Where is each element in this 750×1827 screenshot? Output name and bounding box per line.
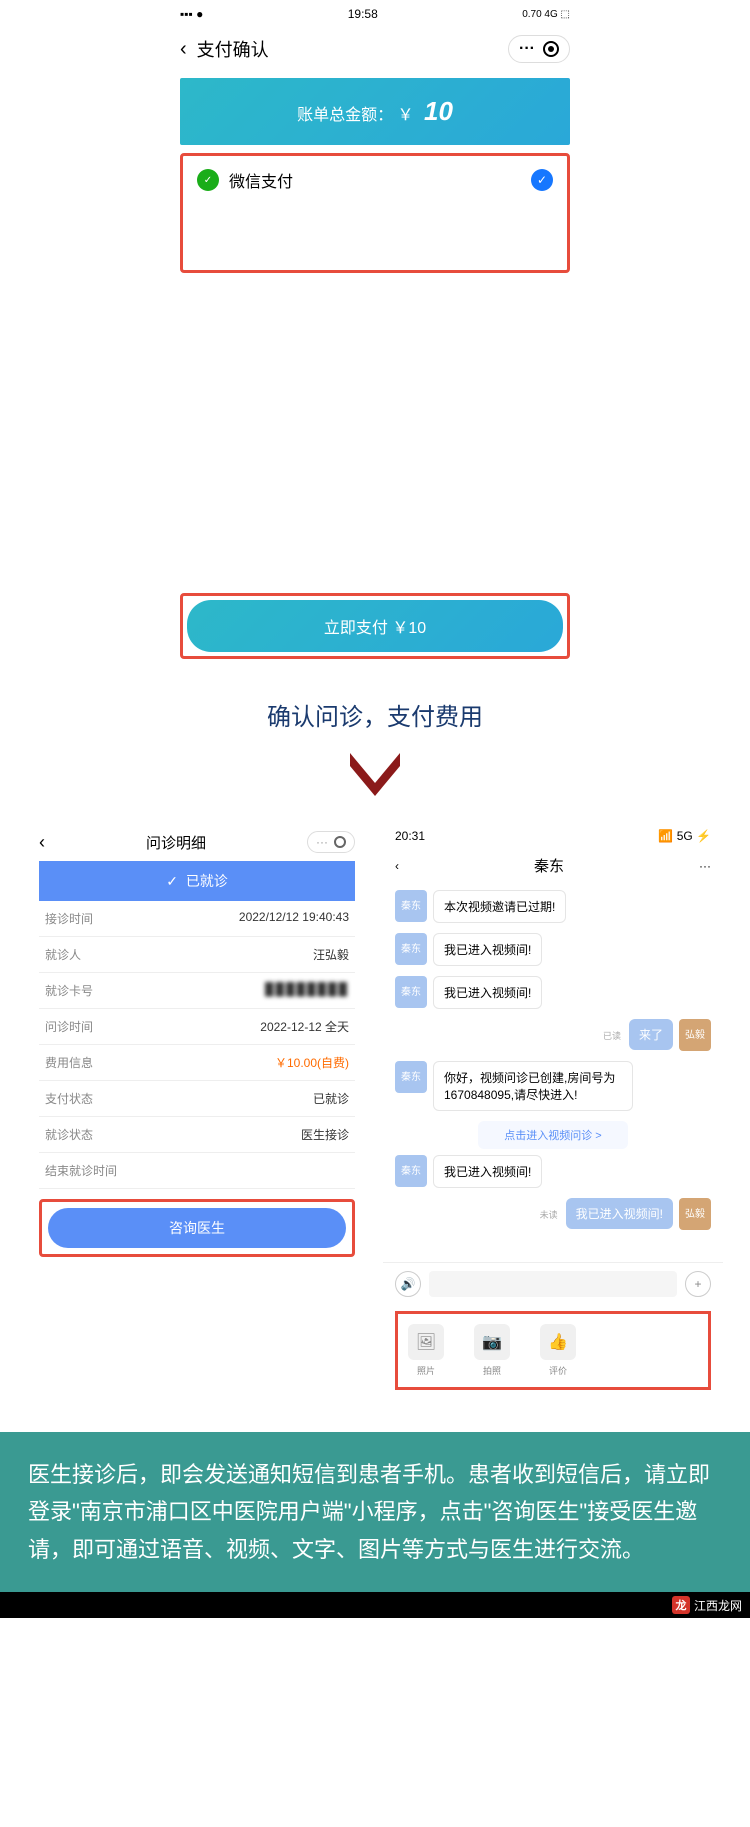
arrow-down-icon (0, 748, 750, 803)
拍照-icon: 📷 (474, 1324, 510, 1360)
message-row: 未读我已进入视频间!弘毅 (395, 1198, 711, 1230)
read-status: 未读 (540, 1208, 558, 1221)
wechat-icon: ✓ (197, 169, 219, 191)
back-icon[interactable]: ‹ (180, 38, 187, 61)
chat-status-bar: 20:31 📶 5G ⚡ (383, 823, 723, 849)
chat-nav: ‹ 秦东 ··· (383, 849, 723, 882)
message-row: 秦东我已进入视频间! (395, 976, 711, 1009)
row-pay-status: 支付状态 已就诊 (39, 1081, 355, 1117)
avatar[interactable]: 弘毅 (679, 1198, 711, 1230)
row-consult-time: 问诊时间 2022-12-12 全天 (39, 1009, 355, 1045)
back-icon[interactable]: ‹ (39, 832, 45, 853)
评价-icon: 👍 (540, 1324, 576, 1360)
message-bubble: 我已进入视频间! (566, 1198, 673, 1229)
message-bubble: 你好，视频问诊已创建,房间号为1670848095,请尽快进入! (433, 1061, 633, 1111)
avatar[interactable]: 秦东 (395, 933, 427, 965)
miniapp-actions[interactable]: ··· (699, 859, 711, 873)
tool-label: 评价 (549, 1364, 567, 1377)
detail-nav: ‹ 问诊明细 ··· (27, 823, 367, 861)
check-icon: ✓ (166, 873, 178, 889)
step-caption: 确认问诊，支付费用 (0, 673, 750, 748)
tool-label: 拍照 (483, 1364, 501, 1377)
chat-tool-拍照[interactable]: 📷 拍照 (474, 1324, 510, 1377)
avatar[interactable]: 秦东 (395, 976, 427, 1008)
consult-button-highlight: 咨询医生 (39, 1199, 355, 1257)
chat-tool-评价[interactable]: 👍 评价 (540, 1324, 576, 1377)
row-patient: 就诊人 汪弘毅 (39, 937, 355, 973)
chat-text-input[interactable] (429, 1271, 677, 1297)
chat-tools-highlight: 🖼 照片 📷 拍照 👍 评价 (395, 1311, 711, 1390)
message-bubble: 本次视频邀请已过期! (433, 890, 566, 923)
amount-value: 10 (424, 96, 453, 126)
amount-banner: 账单总金额： ￥ 10 (180, 78, 570, 145)
avatar[interactable]: 弘毅 (679, 1019, 711, 1051)
avatar[interactable]: 秦东 (395, 1061, 427, 1093)
payment-confirm-screen: ▪▪▪ ● 19:58 0.70 4G ⬚ ‹ 支付确认 ··· 账单总金额： … (166, 0, 584, 659)
pay-now-button[interactable]: 立即支付 ￥10 (187, 600, 563, 652)
tool-label: 照片 (417, 1364, 435, 1377)
visit-status-text: 已就诊 (186, 873, 228, 889)
row-fee: 费用信息 ￥10.00(自费) (39, 1045, 355, 1081)
plus-icon[interactable]: + (685, 1271, 711, 1297)
payment-options: ✓ 微信支付 ✓ (180, 153, 570, 273)
row-accept-time: 接诊时间 2022/12/12 19:40:43 (39, 901, 355, 937)
chat-body[interactable]: 秦东本次视频邀请已过期!秦东我已进入视频间!秦东我已进入视频间!已读来了弘毅秦东… (383, 882, 723, 1262)
chat-tool-照片[interactable]: 🖼 照片 (408, 1324, 444, 1377)
row-end-time: 结束就诊时间 (39, 1153, 355, 1189)
row-visit-status: 就诊状态 医生接诊 (39, 1117, 355, 1153)
chat-input-bar: 🔊 + (383, 1262, 723, 1305)
chat-screen: 20:31 📶 5G ⚡ ‹ 秦东 ··· 秦东本次视频邀请已过期!秦东我已进入… (383, 823, 723, 1402)
consult-detail-screen: ‹ 问诊明细 ··· ✓ 已就诊 接诊时间 2022/12/12 19:40:4… (27, 823, 367, 1402)
page-title: 支付确认 (197, 36, 269, 62)
watermark-text: 江西龙网 (694, 1597, 742, 1614)
avatar[interactable]: 秦东 (395, 1155, 427, 1187)
wechat-pay-option[interactable]: ✓ 微信支付 ✓ (183, 156, 567, 204)
message-row: 秦东你好，视频问诊已创建,房间号为1670848095,请尽快进入! (395, 1061, 711, 1111)
screens-row: ‹ 问诊明细 ··· ✓ 已就诊 接诊时间 2022/12/12 19:40:4… (0, 823, 750, 1402)
message-bubble: 我已进入视频间! (433, 976, 542, 1009)
more-icon[interactable]: ··· (699, 859, 711, 873)
nav-bar: ‹ 支付确认 ··· (166, 28, 584, 70)
pay-button-highlight: 立即支付 ￥10 (180, 593, 570, 659)
chat-contact-name: 秦东 (399, 855, 699, 876)
consult-doctor-button[interactable]: 咨询医生 (48, 1208, 346, 1248)
instruction-panel: 医生接诊后，即会发送通知短信到患者手机。患者收到短信后，请立即登录"南京市浦口区… (0, 1432, 750, 1592)
message-bubble: 我已进入视频间! (433, 1155, 542, 1188)
message-row: 秦东本次视频邀请已过期! (395, 890, 711, 923)
amount-currency: ￥ (398, 107, 414, 124)
visit-status-banner: ✓ 已就诊 (39, 861, 355, 901)
照片-icon: 🖼 (408, 1324, 444, 1360)
message-row: 秦东我已进入视频间! (395, 933, 711, 966)
message-bubble: 我已进入视频间! (433, 933, 542, 966)
avatar[interactable]: 秦东 (395, 890, 427, 922)
message-bubble: 来了 (629, 1019, 673, 1050)
status-bar: ▪▪▪ ● 19:58 0.70 4G ⬚ (166, 0, 584, 28)
row-card: 就诊卡号 ████████ (39, 973, 355, 1009)
close-target-icon[interactable] (334, 836, 346, 848)
chat-time: 20:31 (395, 829, 425, 843)
miniapp-actions[interactable]: ··· (508, 35, 570, 63)
more-icon[interactable]: ··· (316, 835, 328, 849)
message-row: 秦东我已进入视频间! (395, 1155, 711, 1188)
voice-icon[interactable]: 🔊 (395, 1271, 421, 1297)
selected-check-icon: ✓ (531, 169, 553, 191)
video-link[interactable]: 点击进入视频问诊 > (478, 1121, 628, 1149)
amount-label: 账单总金额： (297, 107, 393, 124)
read-status: 已读 (603, 1029, 621, 1042)
close-target-icon[interactable] (543, 41, 559, 57)
watermark-logo-icon: 龙 (672, 1596, 690, 1614)
status-time: 19:58 (348, 7, 378, 21)
status-left-icons: ▪▪▪ ● (180, 7, 203, 21)
wechat-pay-label: 微信支付 (229, 168, 521, 192)
watermark: 龙 江西龙网 (0, 1592, 750, 1618)
chat-signal: 📶 5G ⚡ (658, 829, 711, 843)
status-right: 0.70 4G ⬚ (522, 9, 570, 20)
detail-title: 问诊明细 (146, 832, 206, 853)
message-row: 已读来了弘毅 (395, 1019, 711, 1051)
more-icon[interactable]: ··· (519, 40, 535, 58)
miniapp-actions[interactable]: ··· (307, 831, 355, 853)
detail-list: 接诊时间 2022/12/12 19:40:43 就诊人 汪弘毅 就诊卡号 ██… (39, 901, 355, 1189)
